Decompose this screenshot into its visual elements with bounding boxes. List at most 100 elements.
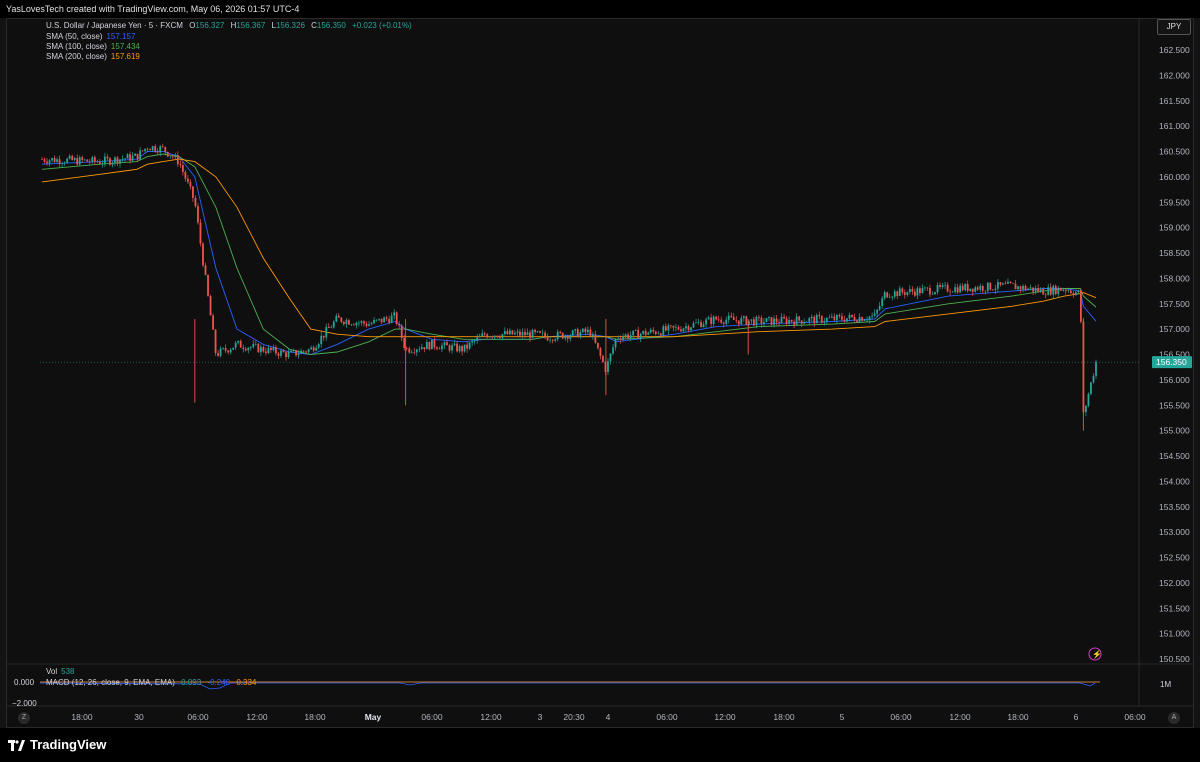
macd-value-1: 0.093 (181, 678, 202, 687)
auto-scale-button[interactable]: A (1168, 712, 1180, 724)
time-tick-label: 06:00 (656, 712, 678, 722)
candle-body (78, 157, 81, 165)
candle-body (750, 319, 753, 321)
currency-button[interactable]: JPY (1157, 19, 1191, 35)
price-tick-label: 155.000 (1159, 426, 1190, 436)
candle-body (687, 326, 690, 331)
candle-body (841, 316, 843, 320)
candle-body (584, 328, 587, 333)
candle-body (541, 332, 544, 334)
price-tick-label: 158.500 (1159, 248, 1190, 258)
candle-body (43, 159, 46, 162)
candle-body (888, 297, 891, 298)
candle-body (516, 331, 519, 333)
candle-body (858, 317, 861, 322)
volume-axis-label: 1M (1160, 680, 1172, 689)
candle-body (659, 333, 662, 336)
candle-body (586, 329, 589, 333)
sma200-line (41, 158, 1097, 338)
candle-body (93, 157, 96, 162)
candle-body (813, 316, 816, 324)
candle-body (239, 340, 242, 348)
candle-body (365, 323, 368, 326)
candle-body (370, 323, 373, 325)
candle-body (866, 319, 868, 321)
candle-body (675, 327, 677, 328)
candle-body (408, 348, 411, 353)
candle-body (712, 316, 715, 324)
candle-body (176, 154, 179, 165)
candle-body (496, 335, 499, 338)
zoom-reset-button[interactable]: Z (18, 712, 30, 724)
candle-body (878, 305, 881, 310)
candle-body (295, 350, 297, 356)
candle-body (498, 337, 501, 338)
candle-body (745, 316, 748, 325)
sma50-legend[interactable]: SMA (50, close) 157.157 (46, 32, 135, 41)
candle-body (1039, 288, 1042, 292)
time-axis[interactable]: 18:00 30 06:00 12:00 18:00 May 06:00 12:00 3 20:3… (71, 712, 1146, 722)
macd-legend[interactable]: MACD (12, 26, close, 9, EMA, EMA) 0.093 … (46, 678, 256, 687)
price-chart[interactable]: 162.500 162.000 161.500 161.000 160.500 160.0… (0, 0, 1200, 728)
candle-body (926, 287, 929, 289)
candle-body (579, 332, 582, 338)
time-tick-label: 12:00 (246, 712, 268, 722)
candle-body (229, 349, 232, 353)
candle-body (642, 330, 645, 334)
candle-body (488, 336, 491, 338)
candle-body (634, 329, 637, 331)
sma200-legend[interactable]: SMA (200, close) 157.619 (46, 52, 140, 61)
candle-body (1017, 286, 1019, 290)
candle-body (647, 332, 650, 335)
candle-body (355, 322, 358, 326)
candle-body (1069, 290, 1072, 294)
series-layer (41, 151, 1097, 355)
candle-body (164, 146, 167, 152)
volume-legend[interactable]: Vol 538 (46, 667, 74, 676)
candle-body (939, 284, 941, 287)
candle-body (433, 339, 436, 348)
candle-body (204, 265, 207, 275)
candle-body (146, 148, 149, 150)
candle-body (1074, 292, 1077, 295)
price-axis[interactable]: 162.500 162.000 161.500 161.000 160.500 160.0… (1159, 45, 1190, 664)
candle-body (508, 330, 511, 335)
instrument-legend[interactable]: U.S. Dollar / Japanese Yen · 5 · FXCM O1… (46, 21, 412, 30)
candle-body (350, 324, 353, 326)
candle-body (906, 291, 909, 295)
candle-body (262, 346, 265, 352)
candle-body (795, 316, 798, 325)
tradingview-logo[interactable]: TradingView (8, 737, 106, 752)
candle-body (436, 347, 438, 349)
candle-body (219, 348, 222, 356)
candle-body (768, 317, 770, 319)
candle-body (891, 296, 894, 298)
price-tick-label: 159.000 (1159, 223, 1190, 233)
candle-body (428, 341, 431, 350)
candle-body (53, 158, 56, 163)
candle-body (828, 317, 831, 319)
candle-body (539, 331, 541, 333)
sma200-label: SMA (200, close) (46, 52, 107, 61)
candle-body (780, 316, 783, 323)
candle-body (664, 326, 667, 331)
candle-body (566, 335, 569, 339)
candle-body (931, 294, 934, 295)
candle-body (1037, 288, 1040, 292)
footer: TradingView (0, 728, 1200, 762)
time-tick-label: 18:00 (1007, 712, 1029, 722)
candle-body (597, 342, 599, 349)
candle-body (1002, 283, 1004, 285)
sma100-legend[interactable]: SMA (100, close) 157.434 (46, 42, 140, 51)
time-tick-label: 12:00 (949, 712, 971, 722)
candle-body (851, 314, 853, 317)
candle-body (861, 317, 863, 321)
candle-body (614, 338, 617, 348)
candle-body (420, 347, 423, 350)
candles-layer (41, 143, 1097, 431)
candle-body (886, 292, 889, 298)
candle-body (139, 150, 142, 160)
candle-body (51, 158, 53, 161)
candle-body (300, 350, 302, 354)
candle-body (292, 350, 295, 351)
